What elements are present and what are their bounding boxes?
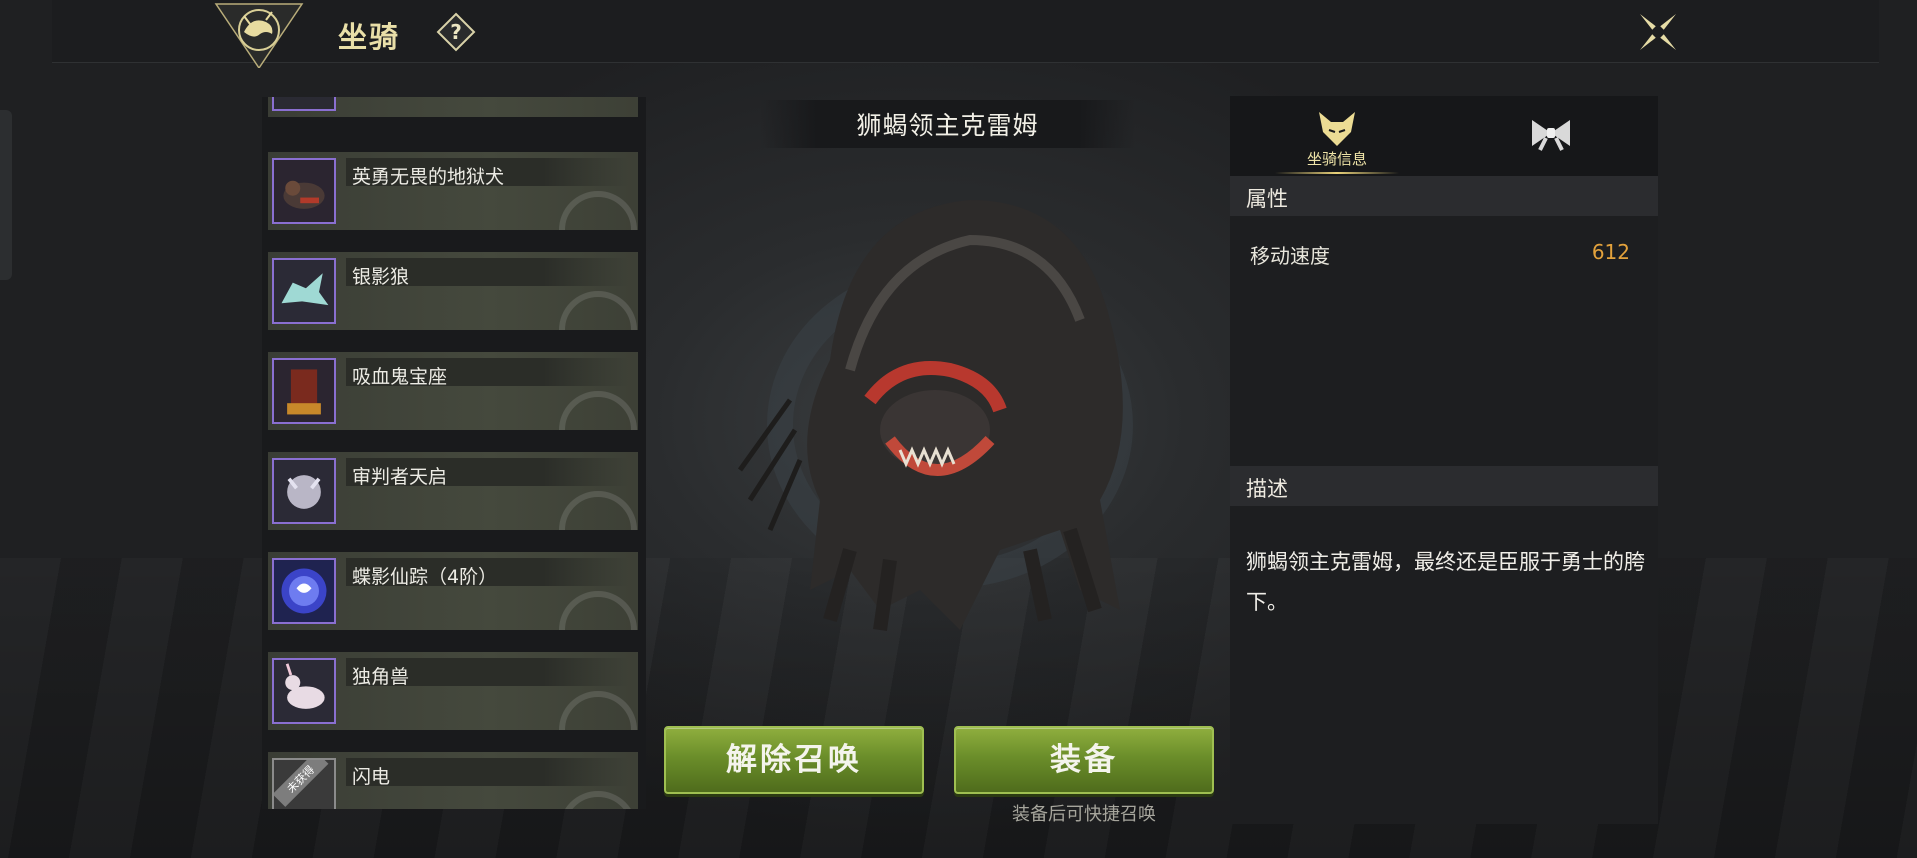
attribute-value: 612 [1591,240,1630,264]
page-title: 坐骑 [338,20,401,54]
mount-emblem-icon [214,3,304,68]
locked-badge: 未获得 [274,760,329,807]
unicorn-thumbnail [272,658,336,724]
mount-list[interactable]: 英勇无畏的地狱犬 银影狼 吸血鬼宝座 审判者天启 蝶影仙踪（4阶） 独角兽 闪电… [262,97,646,809]
svg-text:?: ? [450,20,462,44]
equip-button[interactable]: 装备 [954,726,1214,794]
tab-mount-info[interactable]: 坐骑信息 [1230,96,1444,176]
lightning-thumbnail: 未获得 [272,758,336,809]
vampire-throne-thumbnail [272,358,336,424]
butterfly-orb-thumbnail [272,558,336,624]
unsummon-button[interactable]: 解除召唤 [664,726,924,794]
hellhound-thumbnail [272,158,336,224]
side-drawer-handle[interactable] [0,110,12,280]
mount-name: 闪电 [352,766,391,788]
mount-name: 银影狼 [352,266,410,288]
selected-mount-name: 狮蝎领主克雷姆 [856,111,1039,140]
list-item[interactable] [268,97,638,117]
list-item[interactable]: 蝶影仙踪（4阶） [268,552,638,630]
active-tab-indicator [1275,172,1399,174]
mount-name: 英勇无畏的地狱犬 [352,166,505,188]
fox-head-icon [1319,112,1355,146]
close-icon[interactable] [1634,8,1682,56]
help-icon[interactable]: ? [436,12,476,52]
list-item[interactable]: 审判者天启 [268,452,638,530]
list-item[interactable]: 吸血鬼宝座 [268,352,638,430]
mount-description: 狮蝎领主克雷姆，最终还是臣服于勇士的胯下。 [1246,550,1645,614]
attributes-header: 属性 [1230,176,1658,216]
list-item[interactable]: 独角兽 [268,652,638,730]
list-item[interactable]: 银影狼 [268,252,638,330]
bow-icon [1532,120,1570,151]
mount-name: 吸血鬼宝座 [352,366,448,388]
attribute-name: 移动速度 [1250,244,1330,268]
info-tabs: 坐骑信息 [1230,96,1658,176]
list-item[interactable]: 英勇无畏的地狱犬 [268,152,638,230]
silver-wolf-thumbnail [272,258,336,324]
equip-hint: 装备后可快捷召唤 [1012,804,1156,825]
tab-bow[interactable] [1444,96,1658,176]
mount-name: 独角兽 [352,666,410,688]
mount-name: 审判者天启 [352,466,448,488]
mount-name: 蝶影仙踪（4阶） [352,566,498,588]
top-bar [52,0,1879,63]
judge-apocalypse-thumbnail [272,458,336,524]
mount-thumbnail [272,97,336,111]
info-panel: 坐骑信息 属性 移动速度 612 描述 狮蝎领主克雷姆，最终还是臣服于勇士的胯下… [1230,96,1658,824]
tab-mount-info-label: 坐骑信息 [1306,150,1367,168]
list-item[interactable]: 闪电 未获得 [268,752,638,809]
mount-model-preview[interactable] [700,170,1200,660]
description-header: 描述 [1230,466,1658,506]
